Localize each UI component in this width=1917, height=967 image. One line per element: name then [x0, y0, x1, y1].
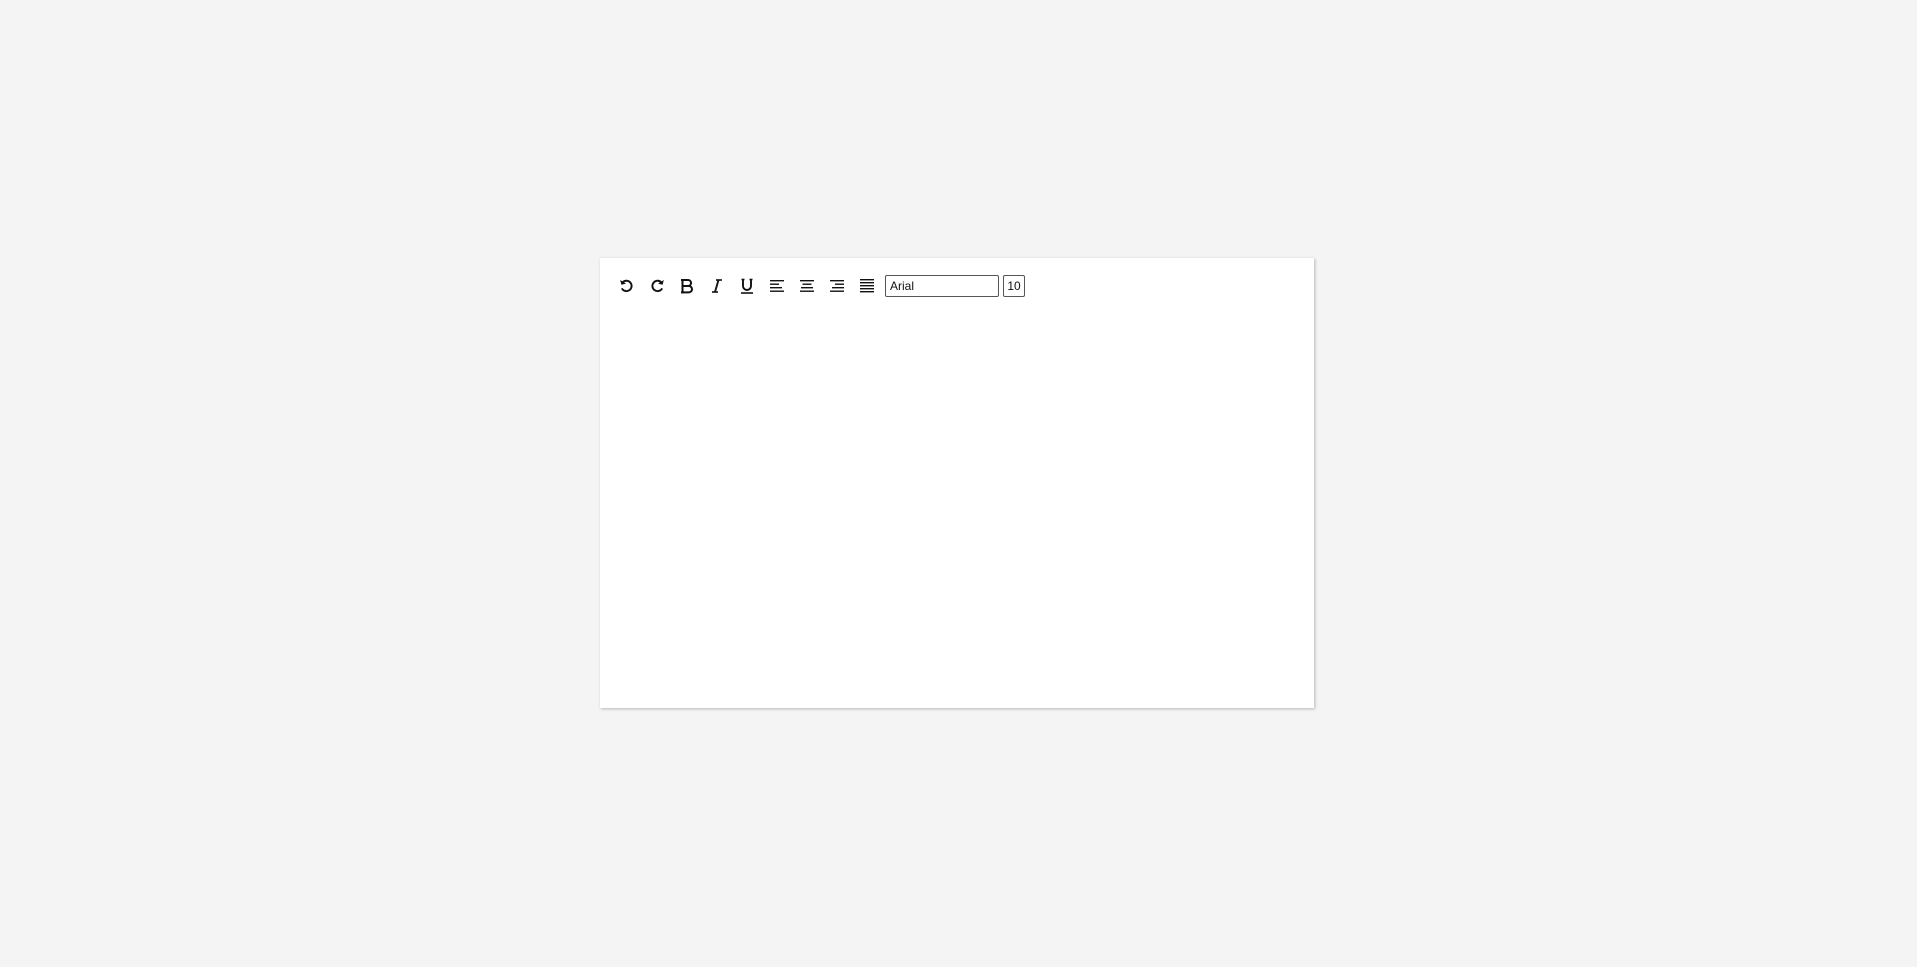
- font-family-input[interactable]: [885, 275, 999, 297]
- redo-button[interactable]: [642, 271, 672, 301]
- bold-button[interactable]: [672, 271, 702, 301]
- align-right-icon: [830, 280, 844, 292]
- bold-icon: [681, 279, 693, 294]
- italic-button[interactable]: [702, 271, 732, 301]
- align-right-button[interactable]: [822, 271, 852, 301]
- text-editor: [600, 258, 1314, 708]
- underline-icon: [741, 278, 753, 294]
- align-left-icon: [770, 280, 784, 292]
- align-justify-icon: [860, 279, 874, 293]
- align-left-button[interactable]: [762, 271, 792, 301]
- undo-icon: [620, 279, 633, 293]
- redo-icon: [651, 279, 664, 293]
- align-justify-button[interactable]: [852, 271, 882, 301]
- editor-toolbar: [612, 270, 1025, 302]
- editor-content-area[interactable]: [612, 310, 1302, 696]
- italic-icon: [712, 279, 722, 293]
- font-size-input[interactable]: [1003, 275, 1025, 297]
- underline-button[interactable]: [732, 271, 762, 301]
- undo-button[interactable]: [612, 271, 642, 301]
- align-center-button[interactable]: [792, 271, 822, 301]
- align-center-icon: [800, 280, 814, 292]
